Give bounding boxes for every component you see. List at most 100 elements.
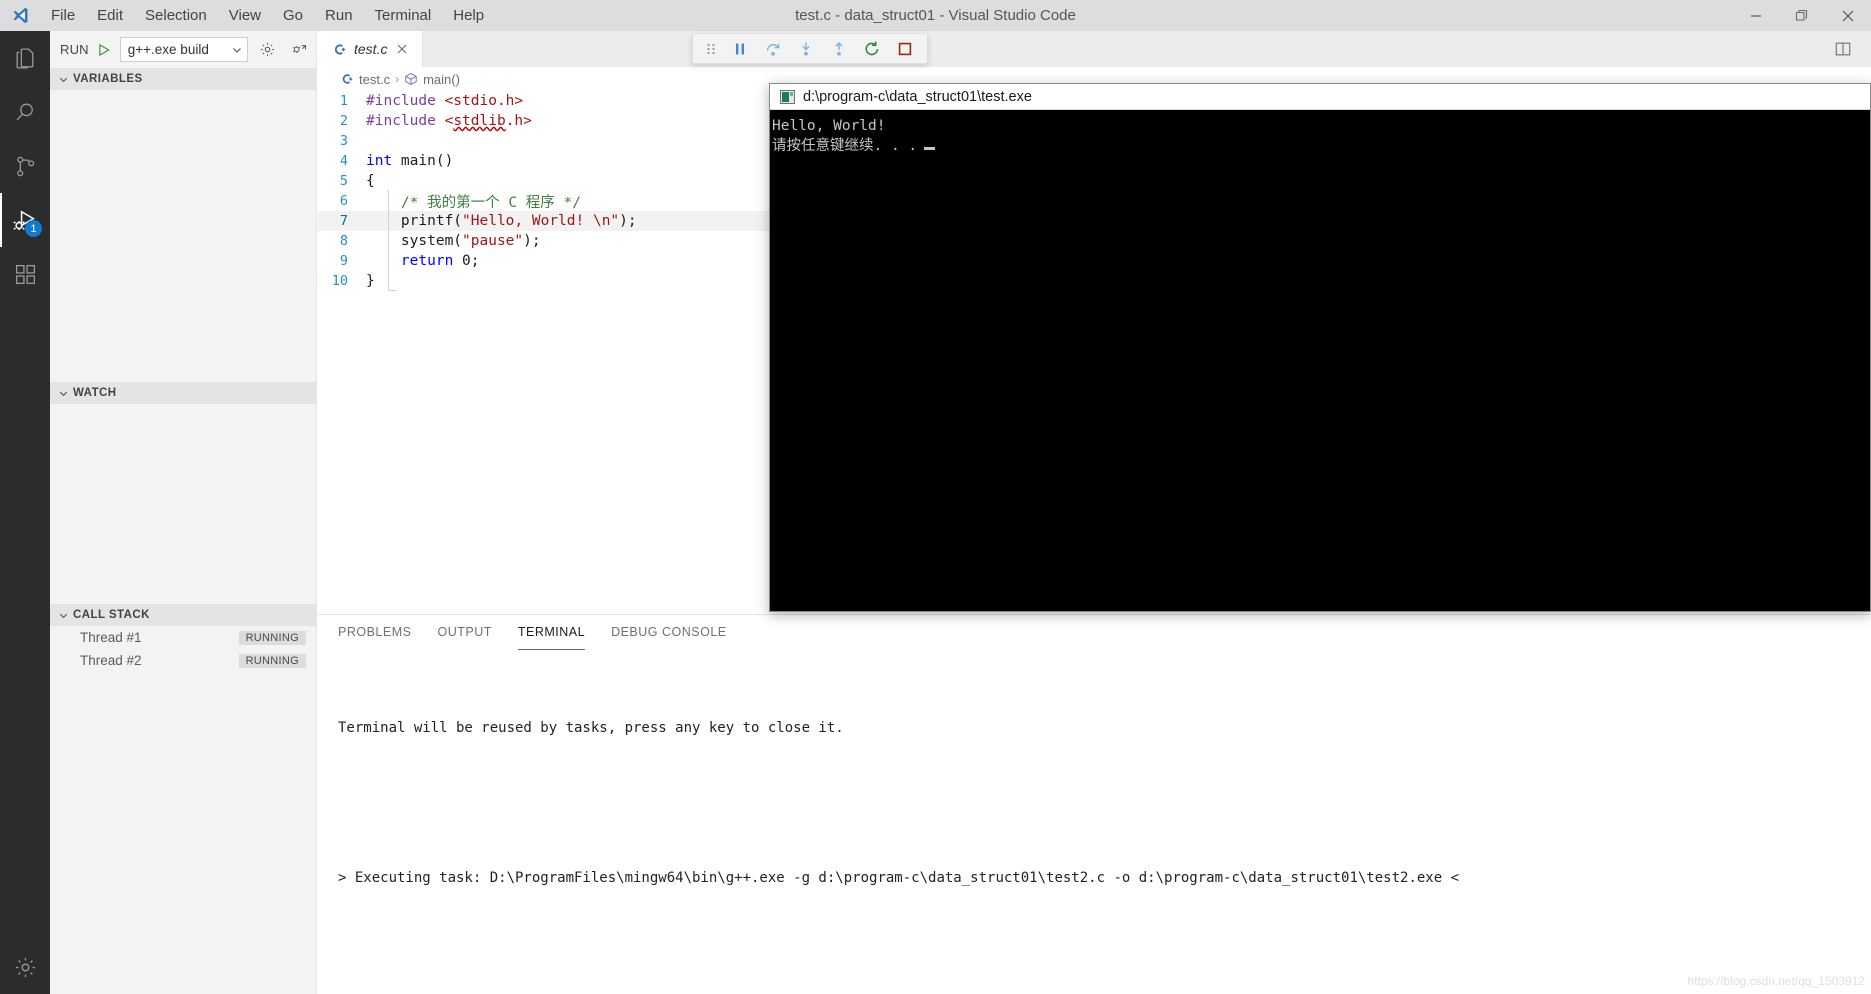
activitybar-item-run-and-debug[interactable]: 1 xyxy=(0,193,50,247)
terminal-output[interactable]: Terminal will be reused by tasks, press … xyxy=(318,650,1871,994)
c-file-icon xyxy=(340,72,354,86)
menu-view[interactable]: View xyxy=(218,0,272,31)
gear-icon xyxy=(259,41,276,58)
search-icon xyxy=(13,100,38,125)
pause-button[interactable] xyxy=(723,35,756,63)
console-title: d:\program-c\data_struct01\test.exe xyxy=(803,88,1032,105)
tab-test-c[interactable]: test.c xyxy=(318,31,424,67)
open-launch-config-button[interactable] xyxy=(254,37,280,63)
line-number: 1 xyxy=(339,93,348,109)
source-control-icon xyxy=(13,154,38,179)
menu-selection[interactable]: Selection xyxy=(134,0,218,31)
line-content: } xyxy=(366,273,375,289)
menu-run[interactable]: Run xyxy=(314,0,364,31)
tab-label: test.c xyxy=(354,41,388,57)
close-icon[interactable] xyxy=(394,43,410,55)
restart-icon xyxy=(863,40,881,58)
activitybar-item-manage[interactable] xyxy=(0,940,50,994)
console-cursor xyxy=(924,147,936,150)
activitybar-item-source-control[interactable] xyxy=(0,139,50,193)
breadcrumb-file-label: test.c xyxy=(359,71,391,87)
play-icon[interactable] xyxy=(95,43,114,57)
line-content: return 0; xyxy=(400,253,480,269)
call-stack-row[interactable]: Thread #2 RUNNING xyxy=(50,649,316,672)
panel-tab-terminal[interactable]: TERMINAL xyxy=(517,615,586,650)
menu-help[interactable]: Help xyxy=(442,0,495,31)
debug-launch-bar: RUN g++.exe build xyxy=(50,31,316,68)
pause-icon xyxy=(732,41,748,57)
line-content: printf("Hello, World! \n"); xyxy=(366,213,637,229)
terminal-line: > Executing task: D:\ProgramFiles\mingw6… xyxy=(338,870,1460,886)
chevron-down-icon xyxy=(58,74,69,85)
chevron-down-icon xyxy=(58,610,69,621)
close-icon[interactable] xyxy=(1825,0,1871,31)
section-body-call-stack: Thread #1 RUNNING Thread #2 RUNNING xyxy=(50,626,316,672)
section-title-variables: VARIABLES xyxy=(73,73,143,85)
line-number: 2 xyxy=(339,113,348,129)
extensions-icon xyxy=(13,262,38,287)
thread-state-badge: RUNNING xyxy=(238,630,306,645)
console-line: 请按任意键继续. . . xyxy=(772,138,918,154)
breadcrumb-separator: › xyxy=(395,72,400,86)
section-body-watch xyxy=(50,404,316,604)
breadcrumb-item-file[interactable]: test.c xyxy=(340,72,390,87)
panel-tab-problems[interactable]: PROBLEMS xyxy=(338,615,411,650)
watermark: https://blog.csdn.net/qq_1503912 xyxy=(1687,974,1865,988)
breadcrumb-item-symbol[interactable]: main() xyxy=(404,72,460,87)
symbol-method-icon xyxy=(404,72,418,86)
menu-bar: File Edit Selection View Go Run Terminal… xyxy=(40,0,495,31)
line-content: #include <stdio.h> xyxy=(366,93,524,109)
console-window[interactable]: d:\program-c\data_struct01\test.exe Hell… xyxy=(769,83,1871,612)
activitybar-item-search[interactable] xyxy=(0,85,50,139)
line-number: 10 xyxy=(331,273,348,289)
title-bar: File Edit Selection View Go Run Terminal… xyxy=(0,0,1871,31)
section-header-watch[interactable]: WATCH xyxy=(50,382,316,404)
section-body-variables xyxy=(50,90,316,382)
files-icon xyxy=(13,46,38,71)
vscode-window: File Edit Selection View Go Run Terminal… xyxy=(0,0,1871,994)
console-output: Hello, World! 请按任意键继续. . . xyxy=(770,110,1870,611)
call-stack-row[interactable]: Thread #1 RUNNING xyxy=(50,626,316,649)
split-editor-icon[interactable] xyxy=(1829,35,1857,63)
section-header-variables[interactable]: VARIABLES xyxy=(50,68,316,90)
chevron-down-icon xyxy=(231,44,243,56)
stop-button[interactable] xyxy=(888,35,921,63)
drag-handle-icon[interactable] xyxy=(699,35,723,63)
line-number: 4 xyxy=(339,153,348,169)
step-out-button[interactable] xyxy=(822,35,855,63)
stop-icon xyxy=(897,41,913,57)
panel-tab-output[interactable]: OUTPUT xyxy=(437,615,491,650)
activitybar-item-explorer[interactable] xyxy=(0,31,50,85)
thread-state-badge: RUNNING xyxy=(238,653,306,668)
line-number: 3 xyxy=(339,133,348,149)
minimize-icon[interactable] xyxy=(1733,0,1779,31)
line-number: 5 xyxy=(339,173,348,189)
menu-edit[interactable]: Edit xyxy=(86,0,134,31)
panel-tabs: PROBLEMS OUTPUT TERMINAL DEBUG CONSOLE xyxy=(318,615,1871,650)
menu-go[interactable]: Go xyxy=(272,0,314,31)
step-into-button[interactable] xyxy=(789,35,822,63)
window-controls xyxy=(1733,0,1871,31)
activitybar-item-extensions[interactable] xyxy=(0,247,50,301)
line-content: { xyxy=(366,173,375,189)
menu-terminal[interactable]: Terminal xyxy=(364,0,443,31)
debug-configuration-select[interactable]: g++.exe build xyxy=(119,37,248,62)
restore-icon[interactable] xyxy=(1779,0,1825,31)
debug-sidebar: RUN g++.exe build VARIABLES WATCH CALL S… xyxy=(50,31,317,994)
editor-tabs-bar: test.c xyxy=(318,31,1871,67)
step-over-button[interactable] xyxy=(756,35,789,63)
section-header-call-stack[interactable]: CALL STACK xyxy=(50,604,316,626)
editor-actions xyxy=(1829,31,1871,67)
open-debug-console-button[interactable] xyxy=(286,37,312,63)
section-title-call-stack: CALL STACK xyxy=(73,609,150,621)
chevron-down-icon xyxy=(58,388,69,399)
menu-file[interactable]: File xyxy=(40,0,86,31)
restart-button[interactable] xyxy=(855,35,888,63)
c-file-icon xyxy=(332,42,347,57)
line-number: 6 xyxy=(339,193,348,209)
panel-tab-debug-console[interactable]: DEBUG CONSOLE xyxy=(611,615,727,650)
debug-console-icon xyxy=(291,41,308,58)
line-content: #include <stdlib.h> xyxy=(366,113,532,129)
